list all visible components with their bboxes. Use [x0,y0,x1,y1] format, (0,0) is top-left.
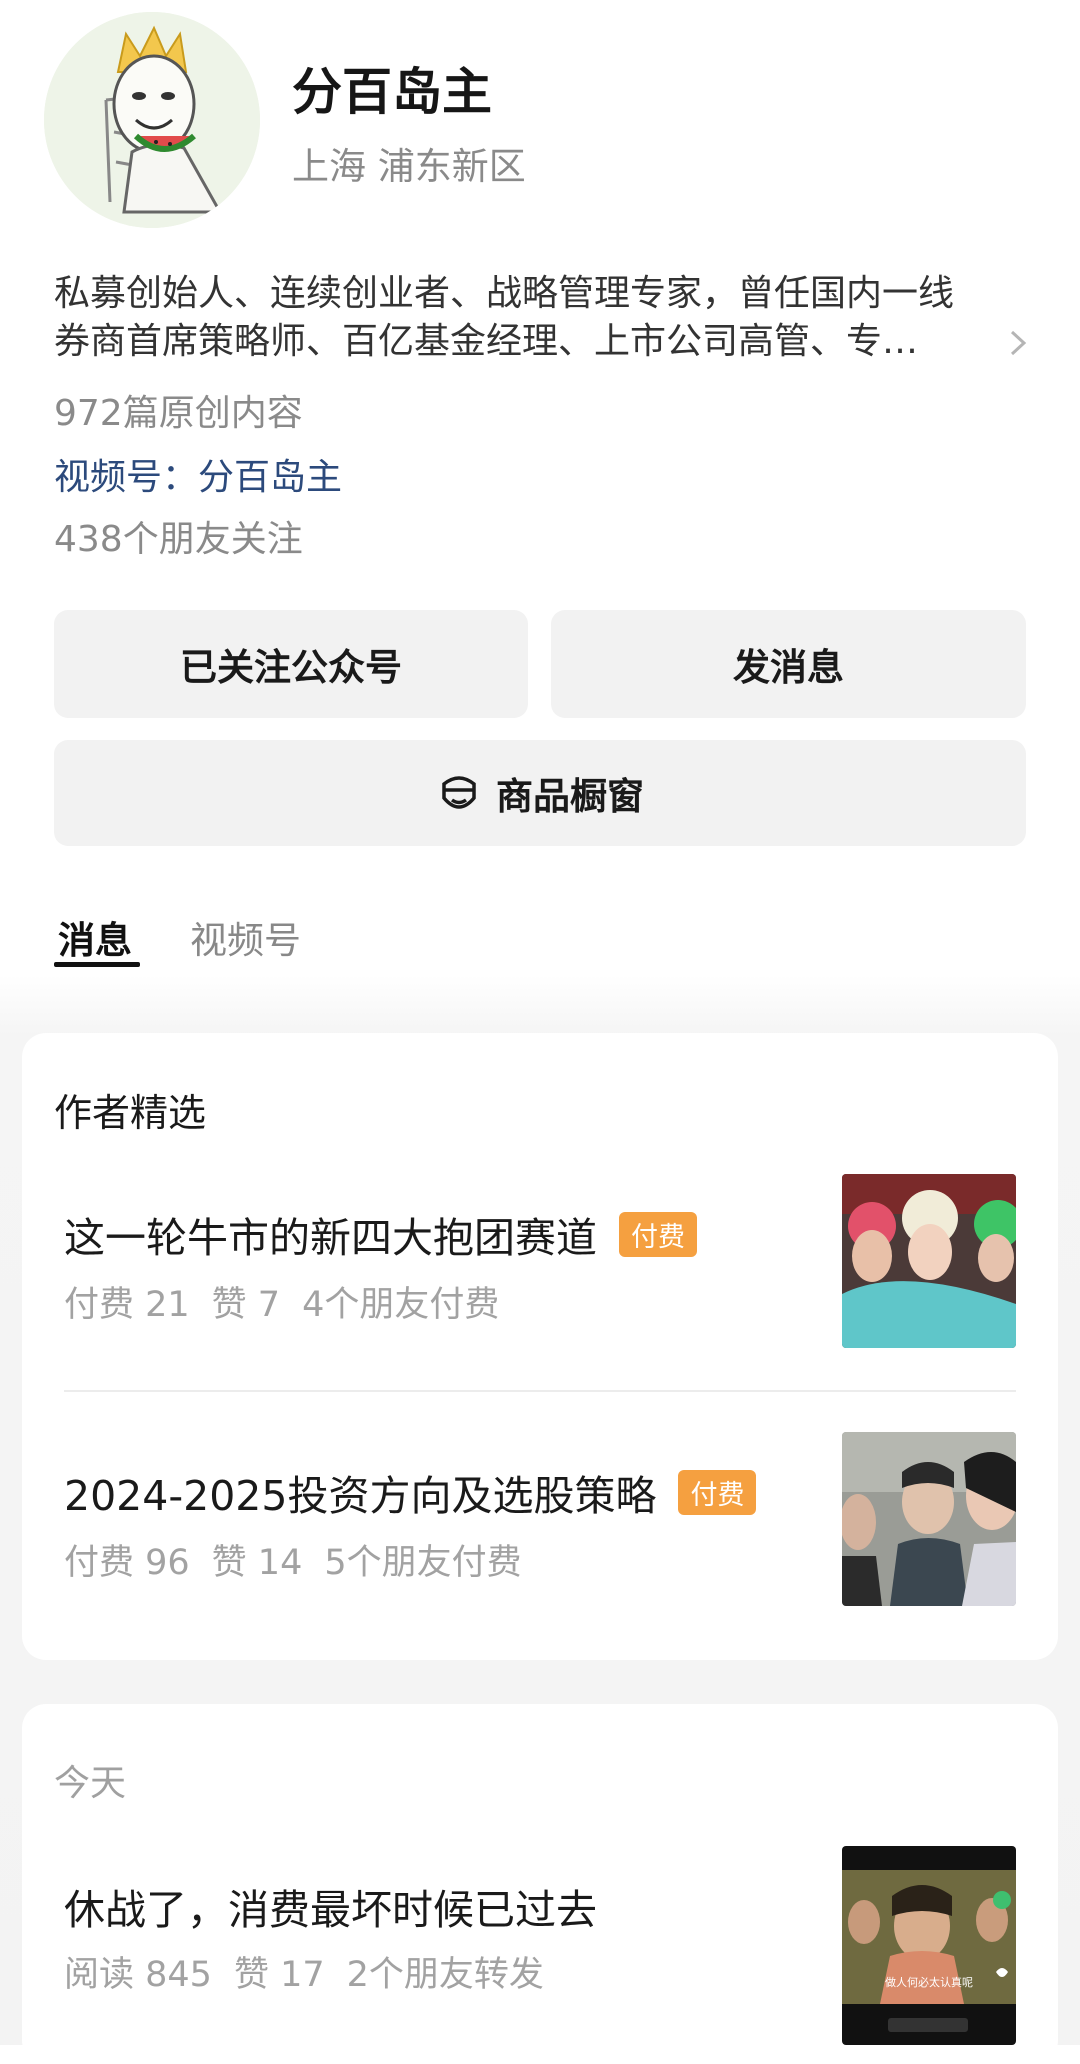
friends-paid: 5个朋友付费 [324,1543,522,1583]
like-count: 赞 14 [211,1543,303,1583]
tab-channel[interactable]: 视频号 [190,910,301,964]
article-title-text: 休战了，消费最坏时候已过去 [64,1886,597,1934]
bio-line-2: 券商首席策略师、百亿基金经理、上市公司高管、专… [54,321,919,362]
featured-title: 作者精选 [54,1091,207,1135]
like-count: 赞 7 [211,1285,281,1325]
read-count: 阅读 845 [64,1955,212,1995]
article-title[interactable]: 这一轮牛市的新四大抱团赛道 付费 [64,1204,697,1264]
article-thumbnail[interactable] [842,1174,1016,1348]
article-meta: 付费 96 赞 14 5个朋友付费 [64,1534,544,1585]
send-message-button[interactable]: 发消息 [551,610,1026,718]
account-region: 上海 浦东新区 [292,145,526,188]
article-meta: 阅读 845 赞 17 2个朋友转发 [64,1946,566,1997]
paid-count: 付费 96 [64,1543,190,1583]
bio-line-1: 私募创始人、连续创业者、战略管理专家，曾任国内一线 [54,273,955,314]
paid-badge: 付费 [678,1470,757,1515]
paid-badge: 付费 [619,1212,697,1257]
account-bio[interactable]: 私募创始人、连续创业者、战略管理专家，曾任国内一线 券商首席策略师、百亿基金经理… [54,270,1014,366]
followed-button[interactable]: 已关注公众号 [54,610,528,718]
divider [64,1390,1016,1392]
shop-window-button[interactable]: 商品橱窗 [54,740,1026,846]
like-count: 赞 17 [233,1955,325,1995]
article-title-text: 这一轮牛市的新四大抱团赛道 [64,1214,597,1262]
shop-icon [442,776,476,809]
avatar[interactable] [44,12,260,228]
original-count: 972篇原创内容 [54,393,303,434]
article-title[interactable]: 2024-2025投资方向及选股策略 付费 [64,1462,757,1522]
today-label: 今天 [54,1763,127,1804]
account-name: 分百岛主 [292,63,492,121]
friends-shared: 2个朋友转发 [346,1955,544,1995]
article-thumbnail[interactable] [842,1432,1016,1606]
article-meta: 付费 21 赞 7 4个朋友付费 [64,1276,521,1327]
article-thumbnail[interactable]: 做人何必太认真呢 [842,1846,1016,2045]
article-title-text: 2024-2025投资方向及选股策略 [64,1472,657,1520]
paid-count: 付费 21 [64,1285,190,1325]
active-tab-indicator [54,962,140,967]
channel-link[interactable]: 视频号：分百岛主 [54,448,342,500]
friends-follow-count[interactable]: 438个朋友关注 [54,510,303,562]
tab-messages[interactable]: 消息 [58,910,132,964]
article-title[interactable]: 休战了，消费最坏时候已过去 [64,1876,597,1936]
thumbnail-caption: 做人何必太认真呢 [885,1976,973,1989]
chevron-right-icon[interactable] [1006,328,1030,358]
shop-window-label: 商品橱窗 [496,775,644,818]
friends-paid: 4个朋友付费 [302,1285,500,1325]
